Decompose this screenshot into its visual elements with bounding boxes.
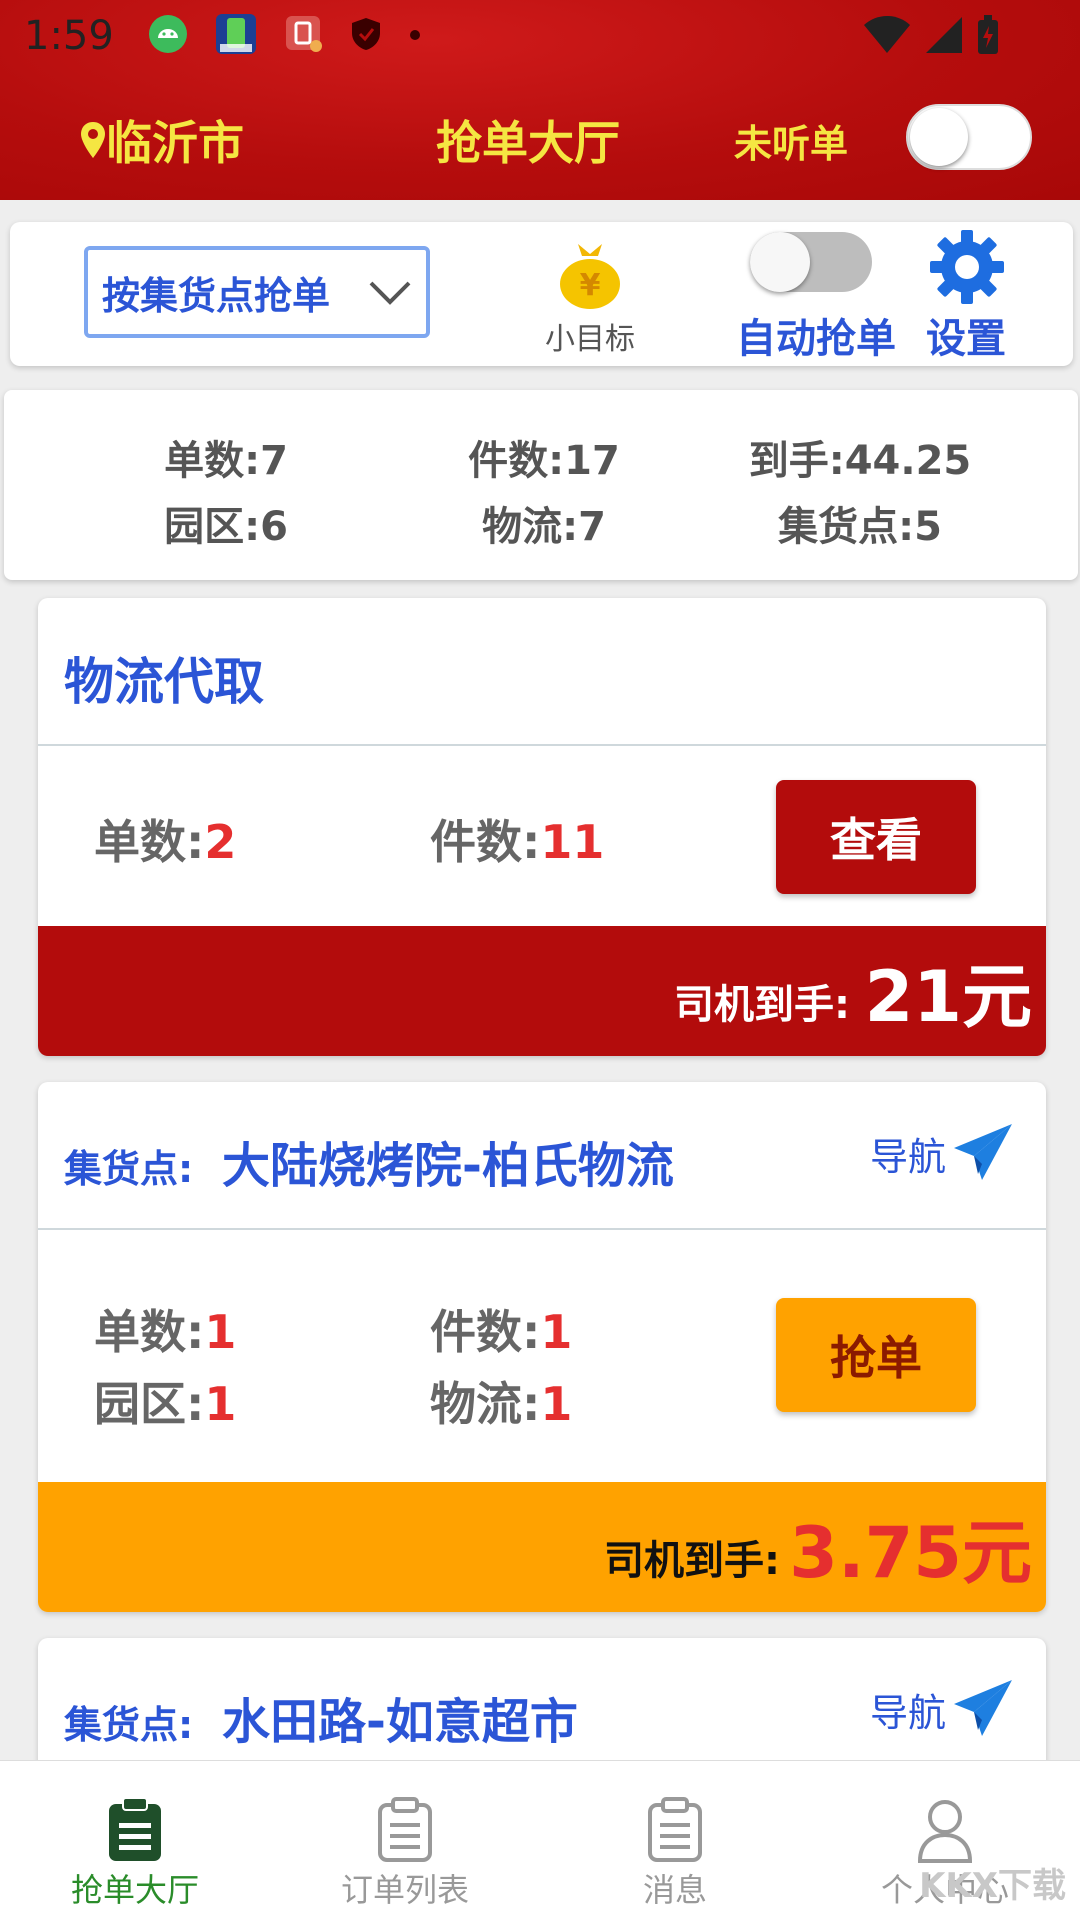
battery-alert-app-icon (284, 14, 324, 58)
signal-icon (926, 17, 962, 53)
listen-toggle[interactable] (906, 104, 1032, 170)
page-title: 抢单大厅 (436, 116, 620, 170)
tab-order-list[interactable]: 订单列表 (270, 1761, 540, 1921)
driver-earnings-amount: 3.75元 (789, 1512, 1032, 1594)
city-selector[interactable]: 临沂市 (80, 107, 244, 173)
toolbar-card: 按集货点抢单 ¥ 小目标 自动抢单 设置 (10, 222, 1073, 366)
status-time: 1:59 (24, 13, 114, 59)
navigate-button[interactable]: 导航 (870, 1678, 1014, 1740)
collection-point-name: 大陆烧烤院-柏氏物流 (222, 1138, 674, 1194)
auto-grab-toggle[interactable] (750, 232, 872, 292)
gear-icon[interactable] (928, 228, 1006, 306)
grab-mode-value: 按集货点抢单 (102, 273, 331, 318)
chevron-down-icon (369, 281, 411, 305)
order-card-footer: 司机到手: 3.75元 (38, 1482, 1046, 1612)
bottom-nav: 抢单大厅 订单列表 消息 个人中心 KKX下载 (0, 1760, 1080, 1921)
navigate-button[interactable]: 导航 (870, 1122, 1014, 1184)
dot-icon (408, 27, 422, 46)
paper-plane-icon (954, 1680, 1012, 1736)
tab-label: 消息 (642, 1871, 707, 1909)
tab-label: 订单列表 (340, 1871, 469, 1909)
summary-pieces: 件数:17 (468, 438, 620, 484)
driver-earnings-amount: 21元 (864, 956, 1032, 1038)
tab-messages[interactable]: 消息 (540, 1761, 810, 1921)
paper-plane-icon (954, 1124, 1012, 1180)
status-bar: 1:59 (0, 0, 1080, 72)
settings-label[interactable]: 设置 (926, 306, 1006, 364)
navigate-label: 导航 (869, 1134, 946, 1179)
collection-point-label: 集货点: (64, 1147, 194, 1191)
order-card-collection-point: 集货点: 大陆烧烤院-柏氏物流 导航 单数:1 件数:1 园区:1 物流:1 抢… (38, 1082, 1046, 1612)
top-nav: 临沂市 抢单大厅 未听单 (0, 100, 1080, 180)
auto-grab-label: 自动抢单 (736, 316, 896, 362)
logistics-count: 物流:1 (430, 1377, 573, 1431)
summary-collection-points: 集货点:5 (778, 504, 942, 550)
shield-icon (350, 16, 382, 56)
listen-toggle-knob (910, 108, 968, 166)
order-card-header: 物流代取 (38, 598, 1046, 746)
navigate-label: 导航 (869, 1690, 946, 1735)
city-name: 临沂市 (106, 116, 244, 170)
summary-orders: 单数:7 (164, 438, 288, 484)
clipboard-icon (648, 1797, 702, 1862)
clipboard-icon (378, 1797, 432, 1862)
svg-text:¥: ¥ (580, 268, 601, 303)
order-card-title: 物流代取 (64, 653, 264, 711)
summary-card: 单数:7 件数:17 到手:44.25 园区:6 物流:7 集货点:5 (4, 390, 1078, 580)
small-goal-label: 小目标 (545, 322, 635, 357)
person-icon (917, 1800, 973, 1863)
money-bag-icon: ¥ (560, 244, 620, 309)
view-button[interactable]: 查看 (776, 780, 976, 894)
clipboard-icon (109, 1797, 161, 1861)
app-notification-icon (214, 12, 258, 60)
collection-point-label: 集货点: (64, 1703, 194, 1747)
tab-label: 抢单大厅 (70, 1871, 199, 1909)
small-goal-button[interactable]: ¥ 小目标 (530, 240, 650, 358)
wifi-icon (864, 16, 910, 53)
battery-charging-icon (978, 15, 998, 54)
driver-earnings-label: 司机到手: (674, 982, 850, 1028)
collection-point-name: 水田路-如意超市 (222, 1694, 578, 1750)
android-icon (148, 14, 188, 58)
order-card-footer: 司机到手: 21元 (38, 926, 1046, 1056)
grab-order-button[interactable]: 抢单 (776, 1298, 976, 1412)
watermark-logo: KKX下载 (919, 1866, 1066, 1906)
grab-mode-select[interactable]: 按集货点抢单 (84, 246, 430, 338)
piece-count: 件数:1 (430, 1305, 573, 1359)
summary-logistics: 物流:7 (482, 504, 606, 550)
status-right-icons (862, 14, 1000, 56)
listen-status-label: 未听单 (734, 121, 849, 166)
order-count: 单数:1 (94, 1305, 237, 1359)
summary-earnings: 到手:44.25 (748, 438, 972, 484)
location-pin-icon (81, 122, 105, 158)
order-card-header: 集货点: 大陆烧烤院-柏氏物流 导航 (38, 1082, 1046, 1230)
summary-park: 园区:6 (164, 504, 288, 550)
driver-earnings-label: 司机到手: (604, 1538, 780, 1584)
park-count: 园区:1 (94, 1377, 237, 1431)
tab-grab-hall[interactable]: 抢单大厅 (0, 1761, 270, 1921)
header-bar: 1:59 临沂市 抢单大厅 未听单 (0, 0, 1080, 200)
piece-count: 件数:11 (430, 815, 605, 869)
auto-grab-toggle-knob (750, 232, 810, 292)
order-card-logistics-pickup: 物流代取 单数:2 件数:11 查看 司机到手: 21元 (38, 598, 1046, 1056)
order-count: 单数:2 (94, 815, 237, 869)
